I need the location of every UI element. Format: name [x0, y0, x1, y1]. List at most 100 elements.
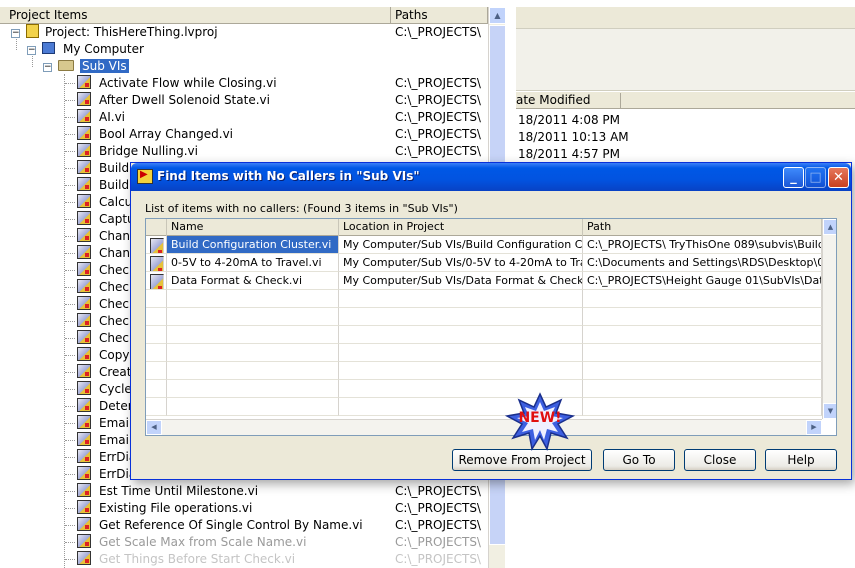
icon-column-header[interactable] — [146, 219, 167, 236]
tree-connector — [65, 542, 75, 543]
tree-item-label: Chan — [99, 229, 130, 243]
folder-icon — [58, 60, 74, 71]
tree-item-vi[interactable]: Build — [65, 160, 129, 177]
maximize-button[interactable]: □ — [805, 167, 826, 188]
tree-item-label: After Dwell Solenoid State.vi — [99, 93, 270, 107]
vi-icon — [77, 500, 91, 514]
tree-connector — [65, 185, 75, 186]
vi-icon — [77, 449, 91, 463]
empty-table-row — [146, 308, 822, 326]
tree-item-path: C:\_PROJECTS\ — [395, 518, 481, 532]
table-horizontal-scrollbar[interactable]: ◀ ▶ — [146, 419, 822, 435]
tree-item-vi[interactable]: Bool Array Changed.vi C:\_PROJECTS\ — [65, 126, 481, 143]
vi-icon — [150, 256, 164, 271]
tree-item-label: Get Things Before Start Check.vi — [99, 552, 296, 566]
tree-item-vi[interactable]: Chan — [65, 228, 130, 245]
cell-name — [167, 380, 339, 398]
collapse-icon[interactable]: − — [27, 46, 36, 55]
tree-connector — [65, 287, 75, 288]
no-callers-table[interactable]: Name Location in Project Path Build Conf… — [145, 218, 837, 436]
tree-item-vi[interactable]: AI.vi C:\_PROJECTS\ — [65, 109, 481, 126]
scroll-left-icon[interactable]: ◀ — [146, 420, 162, 435]
location-column-header[interactable]: Location in Project — [339, 219, 583, 236]
tree-item-vi[interactable]: Build — [65, 177, 129, 194]
collapse-icon[interactable]: − — [43, 63, 52, 72]
tree-item-vi[interactable]: Activate Flow while Closing.vi C:\_PROJEC… — [65, 75, 481, 92]
tree-item-vi[interactable]: Check — [65, 330, 136, 347]
close-button[interactable]: Close — [684, 449, 756, 471]
minimize-button[interactable]: _ — [783, 167, 804, 188]
background-toolbar — [516, 7, 855, 29]
tree-row-project[interactable]: − Project: ThisHereThing.lvproj C:\_PROJE… — [11, 24, 481, 41]
tree-row-my-computer[interactable]: − My Computer — [27, 41, 144, 58]
cell-icon — [146, 398, 167, 416]
tree-item-vi[interactable]: Existing File operations.vi C:\_PROJECTS\ — [65, 500, 481, 517]
vi-icon — [77, 245, 91, 259]
tree-item-vi[interactable]: After Dwell Solenoid State.vi C:\_PROJECT… — [65, 92, 481, 109]
tree-connector — [65, 304, 75, 305]
tree-item-vi[interactable]: Email — [65, 432, 132, 449]
go-to-button[interactable]: Go To — [603, 449, 675, 471]
tree-item-vi[interactable]: Creat — [65, 364, 132, 381]
tree-item-label: Get Scale Max from Scale Name.vi — [99, 535, 307, 549]
tree-item-vi[interactable]: Chan — [65, 245, 130, 262]
new-badge: NEW! — [504, 392, 576, 452]
vi-icon — [77, 483, 91, 497]
tree-item-vi[interactable]: Deter — [65, 398, 133, 415]
cell-path: C:\Documents and Settings\RDS\Desktop\0-… — [583, 254, 822, 272]
column-header-project-items[interactable]: Project Items — [0, 7, 391, 24]
tree-row-sub-vis[interactable]: − Sub VIs — [43, 58, 129, 75]
tree-connector — [65, 321, 75, 322]
column-header-paths[interactable]: Paths — [391, 7, 488, 24]
tree-item-vi[interactable]: Est Time Until Milestone.vi C:\_PROJECTS\ — [65, 483, 481, 500]
tree-item-vi[interactable]: Get Things Before Start Check.vi C:\_PROJ… — [65, 551, 481, 568]
tree-item-vi[interactable]: ErrDia — [65, 449, 136, 466]
tree-item-path: C:\_PROJECTS\ — [395, 144, 481, 158]
tree-item-vi[interactable]: Copy — [65, 347, 129, 364]
scroll-up-icon[interactable]: ▲ — [823, 219, 836, 235]
tree-item-path: C:\_PROJECTS\ — [395, 127, 481, 141]
tree-item-vi[interactable]: Captu — [65, 211, 135, 228]
tree-item-vi[interactable]: Check — [65, 262, 136, 279]
tree-item-vi[interactable]: Calcu — [65, 194, 132, 211]
scroll-down-icon[interactable]: ▼ — [823, 403, 836, 419]
tree-item-vi[interactable]: Bridge Nulling.vi C:\_PROJECTS\ — [65, 143, 481, 160]
tree-item-vi[interactable]: Get Reference Of Single Control By Name.… — [65, 517, 481, 534]
name-column-header[interactable]: Name — [167, 219, 339, 236]
tree-item-vi[interactable]: Email — [65, 415, 133, 432]
table-vertical-scrollbar[interactable]: ▲ ▼ — [822, 219, 836, 419]
tree-item-label: Email — [99, 416, 133, 430]
tree-item-vi[interactable]: Get Scale Max from Scale Name.vi C:\_PROJ… — [65, 534, 481, 551]
tree-item-vi[interactable]: Check — [65, 313, 136, 330]
close-window-button[interactable]: ✕ — [828, 167, 849, 188]
date-cell: 18/2011 10:13 AM — [518, 130, 629, 144]
cell-location — [339, 326, 583, 344]
tree-item-vi[interactable]: Check — [65, 279, 136, 296]
tree-item-vi[interactable]: Check — [65, 296, 136, 313]
empty-table-row — [146, 344, 822, 362]
dialog-titlebar[interactable]: Find Items with No Callers in "Sub VIs" … — [131, 163, 851, 191]
cell-icon — [146, 362, 167, 380]
cell-location: My Computer/Sub VIs/Build Configuration … — [339, 236, 583, 254]
tree-item-path: C:\_PROJECTS\ — [395, 110, 481, 124]
scroll-right-icon[interactable]: ▶ — [806, 420, 822, 435]
remove-from-project-button[interactable]: Remove From Project — [452, 449, 592, 471]
dialog-title: Find Items with No Callers in "Sub VIs" — [157, 169, 420, 183]
vi-icon — [77, 143, 91, 157]
table-row[interactable]: 0-5V to 4-20mA to Travel.vi My Computer/S… — [146, 254, 822, 272]
vi-icon — [77, 330, 91, 344]
table-row[interactable]: Build Configuration Cluster.vi My Compute… — [146, 236, 822, 254]
scroll-up-icon[interactable]: ▲ — [489, 7, 506, 24]
cell-name — [167, 308, 339, 326]
table-row[interactable]: Data Format & Check.vi My Computer/Sub VI… — [146, 272, 822, 290]
cell-icon — [146, 272, 167, 290]
tree-item-vi[interactable]: Cycle — [65, 381, 132, 398]
date-modified-header[interactable]: ate Modified — [516, 92, 855, 109]
path-column-header[interactable]: Path — [583, 219, 822, 236]
cell-name — [167, 290, 339, 308]
help-button[interactable]: Help — [765, 449, 837, 471]
tree-item-vi[interactable]: ErrDia — [65, 466, 136, 483]
collapse-icon[interactable]: − — [11, 29, 20, 38]
vi-icon — [77, 415, 91, 429]
tree-connector — [65, 406, 75, 407]
